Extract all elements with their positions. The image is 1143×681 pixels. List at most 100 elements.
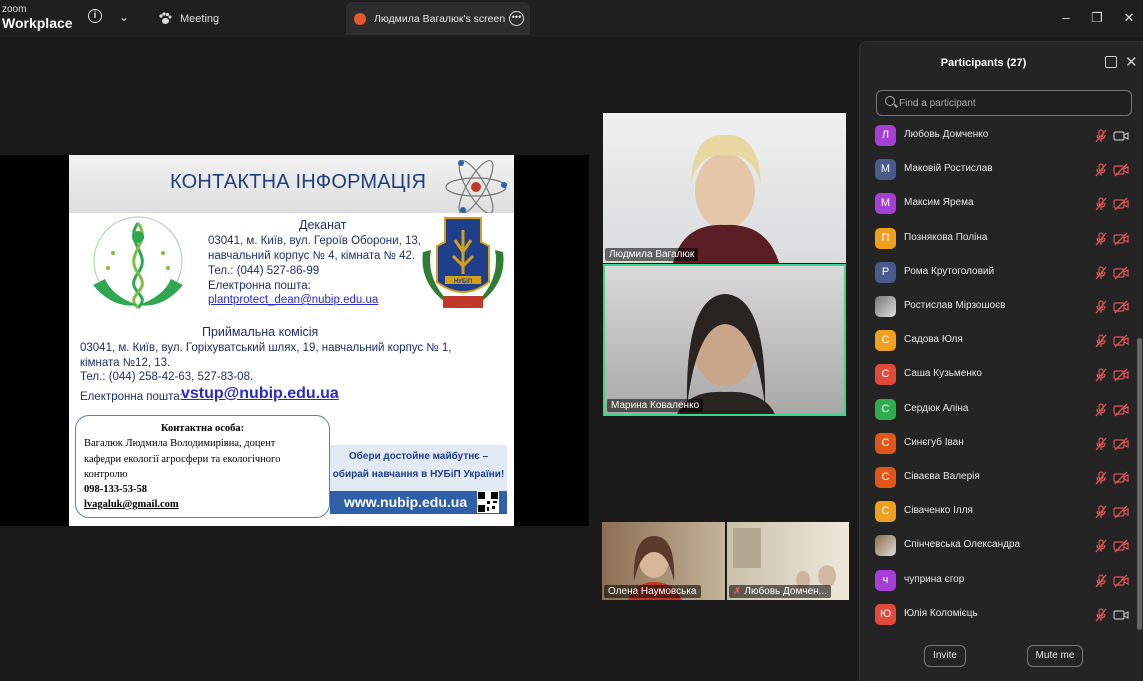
- video-off-icon[interactable]: [1113, 232, 1129, 246]
- participant-row[interactable]: Л Любовь Домченко: [860, 119, 1136, 153]
- minimize-icon[interactable]: –: [1057, 9, 1075, 27]
- admissions-title: Приймальна комісія: [202, 325, 319, 339]
- video-tile[interactable]: Олена Наумовська: [602, 522, 725, 600]
- avatar: С: [875, 467, 896, 488]
- participant-name: Любовь Домченко: [904, 129, 989, 140]
- mic-muted-icon[interactable]: [1094, 471, 1108, 485]
- participant-search[interactable]: [876, 90, 1132, 116]
- popout-icon[interactable]: [1105, 56, 1117, 68]
- tab-meeting[interactable]: Meeting: [152, 5, 225, 32]
- restore-icon[interactable]: ❐: [1088, 9, 1106, 27]
- avatar: М: [875, 193, 896, 215]
- video-off-icon[interactable]: [1113, 574, 1129, 588]
- video-name-text: Любовь Домчен...: [744, 586, 827, 597]
- search-input[interactable]: [899, 95, 1119, 111]
- video-name-label: Марина Коваленко: [607, 399, 704, 412]
- admissions-phone: Тел.: (044) 258-42-63, 527-83-08.: [80, 371, 254, 383]
- participant-video: [673, 134, 779, 263]
- mic-muted-icon[interactable]: [1094, 266, 1108, 280]
- dean-address-line1: 03041, м. Київ, вул. Героїв Оборони, 13,: [208, 235, 421, 247]
- participant-name: Сівaєва Валерія: [904, 471, 980, 482]
- contact-line2: кафедри екології агросфери та екологічно…: [84, 454, 281, 465]
- mic-muted-icon[interactable]: [1094, 197, 1108, 211]
- search-icon: [885, 96, 895, 106]
- video-tile-active-speaker[interactable]: Марина Коваленко: [603, 264, 846, 416]
- video-off-icon[interactable]: [1113, 471, 1129, 485]
- video-off-icon[interactable]: [1113, 163, 1129, 177]
- participant-row[interactable]: С Синєгуб Іван: [860, 427, 1136, 461]
- video-on-icon[interactable]: [1113, 129, 1129, 143]
- video-off-icon[interactable]: [1113, 300, 1129, 314]
- participant-row[interactable]: Спінчевська Олександра: [860, 529, 1136, 563]
- participant-row[interactable]: Р Рома Крутоголовий: [860, 256, 1136, 290]
- invite-button[interactable]: Invite: [924, 645, 966, 667]
- participant-name: чуприна єгор: [904, 573, 965, 585]
- close-panel-icon[interactable]: ✕: [1125, 53, 1138, 71]
- brand-workplace: Workplace: [2, 15, 73, 31]
- participant-row[interactable]: Ростислав Мірзошоєв: [860, 290, 1136, 324]
- tab-shared-screen[interactable]: Людмила Вагалюк's screen •••: [346, 2, 530, 35]
- avatar: ч: [875, 569, 896, 591]
- video-name-label: Олена Наумовська: [604, 585, 701, 598]
- video-off-icon[interactable]: [1113, 403, 1129, 417]
- participant-name: Синєгуб Іван: [904, 436, 964, 448]
- chevron-down-icon[interactable]: ⌄: [116, 9, 132, 25]
- mic-muted-icon[interactable]: [1094, 505, 1108, 519]
- participant-row[interactable]: С Саша Кузьменко: [860, 358, 1136, 392]
- video-off-icon[interactable]: [1113, 334, 1129, 348]
- tab-meeting-label: Meeting: [180, 12, 220, 25]
- atom-icon: [445, 160, 507, 213]
- participant-row[interactable]: С Садова Юля: [860, 324, 1136, 358]
- participant-row[interactable]: С Сердюк Аліна: [860, 393, 1136, 427]
- video-off-icon[interactable]: [1113, 539, 1129, 553]
- participant-row[interactable]: ч чуприна єгор: [860, 564, 1136, 598]
- mic-muted-icon[interactable]: [1094, 334, 1108, 348]
- admissions-email-link[interactable]: vstup@nubip.edu.ua: [181, 385, 339, 403]
- admissions-address-line1: 03041, м. Київ, вул. Горіхуватський шлях…: [80, 342, 452, 354]
- video-on-icon[interactable]: [1113, 608, 1129, 622]
- promo-banner: Обери достойне майбутнє – обирай навчанн…: [330, 445, 507, 491]
- avatar: Р: [875, 261, 896, 283]
- info-icon[interactable]: i: [88, 9, 102, 23]
- dean-email-link[interactable]: plantprotect_dean@nubip.edu.ua: [208, 294, 378, 306]
- participant-name: Ростислав Мірзошоєв: [904, 300, 1006, 311]
- participant-name: Сіваченко Ілля: [904, 505, 973, 517]
- participant-row[interactable]: С Сіваченко Ілля: [860, 495, 1136, 529]
- close-window-icon[interactable]: ✕: [1120, 9, 1138, 27]
- mic-muted-icon[interactable]: [1094, 437, 1108, 451]
- video-off-icon[interactable]: [1113, 266, 1129, 280]
- mute-me-button[interactable]: Mute me: [1027, 645, 1083, 667]
- mic-muted-icon[interactable]: [1094, 300, 1108, 314]
- mic-muted-icon[interactable]: [1094, 129, 1108, 143]
- more-options-icon[interactable]: •••: [509, 11, 524, 26]
- avatar: С: [875, 364, 896, 386]
- mic-muted-icon[interactable]: [1094, 539, 1108, 553]
- participant-row[interactable]: М Маковій Ростислав: [860, 153, 1136, 187]
- mic-muted-icon[interactable]: [1094, 231, 1108, 246]
- dean-email-label: Електронна пошта:: [208, 280, 311, 292]
- video-off-icon[interactable]: [1113, 368, 1129, 382]
- tab-shared-screen-label: Людмила Вагалюк's screen: [374, 12, 506, 25]
- mic-muted-icon[interactable]: [1094, 608, 1108, 622]
- video-off-icon[interactable]: [1113, 437, 1129, 451]
- video-off-icon[interactable]: [1113, 197, 1129, 211]
- mic-muted-icon[interactable]: [1094, 368, 1108, 382]
- mic-muted-icon[interactable]: [1094, 402, 1108, 417]
- participant-name: Саша Кузьменко: [904, 368, 982, 380]
- mic-muted-icon[interactable]: [1094, 573, 1108, 588]
- participant-row[interactable]: С Сівaєва Валерія: [860, 461, 1136, 495]
- mic-muted-icon[interactable]: [1094, 163, 1108, 177]
- website-url[interactable]: www.nubip.edu.ua: [344, 494, 467, 510]
- video-off-icon[interactable]: [1113, 505, 1129, 519]
- admissions-address-line2: кімната №12, 13.: [80, 357, 171, 369]
- video-tile[interactable]: Людмила Вагалюк: [603, 113, 846, 263]
- scrollbar-thumb[interactable]: [1137, 338, 1142, 630]
- contact-email[interactable]: lvagaluk@gmail.com: [84, 499, 179, 510]
- avatar: [875, 535, 896, 557]
- video-tile[interactable]: ✗ Любовь Домчен...: [727, 522, 849, 600]
- presentation-slide: КОНТАКТНА ІНФОРМАЦІЯ НУБіП Деканат 03041…: [69, 155, 514, 526]
- participant-row[interactable]: П Познякова Поліна: [860, 222, 1136, 256]
- participant-row[interactable]: Ю Юлія Коломієць: [860, 598, 1136, 632]
- participant-row[interactable]: М Максим Ярема: [860, 187, 1136, 221]
- promo-line1: Обери достойне майбутнє –: [348, 451, 489, 462]
